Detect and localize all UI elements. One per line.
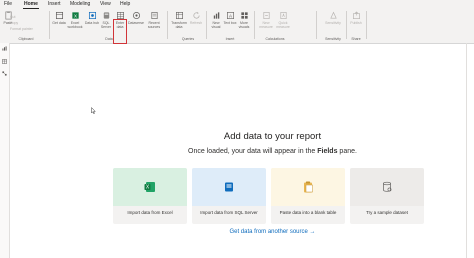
sql-server-icon <box>225 182 233 192</box>
card-banner <box>271 168 345 206</box>
more-visuals-icon <box>240 12 248 19</box>
page-subtitle: Once loaded, your data will appear in th… <box>140 148 405 155</box>
page-title: Add data to your report <box>223 131 322 142</box>
separator <box>346 11 347 39</box>
card-import-excel[interactable]: X Import data from Excel <box>113 168 187 224</box>
separator <box>254 11 255 39</box>
dataverse-label: Dataverse <box>128 21 144 25</box>
group-clipboard: Clipboard <box>18 37 34 41</box>
sensitivity-button[interactable]: Sensitivity <box>325 11 341 25</box>
publish-label: Publish <box>350 21 362 25</box>
new-visual-icon <box>213 12 219 19</box>
paste-icon <box>304 181 313 193</box>
get-data-icon <box>55 11 63 20</box>
card-sample-dataset[interactable]: Try a sample dataset <box>350 168 424 224</box>
separator <box>49 11 50 39</box>
transform-data-button[interactable]: Transform data <box>171 11 187 29</box>
copy-button[interactable]: Copy <box>10 21 18 25</box>
mouse-cursor-icon <box>91 106 96 116</box>
svg-text:A: A <box>228 13 231 18</box>
group-share: Share <box>351 37 361 41</box>
get-data-label: Get data <box>52 21 66 25</box>
data-hub-icon <box>88 11 96 20</box>
refresh-icon <box>192 11 200 19</box>
new-visual-label: New visual <box>211 21 221 29</box>
refresh-button[interactable]: Refresh <box>188 11 204 25</box>
more-visuals-label: More visuals <box>238 21 250 29</box>
cut-button[interactable]: Cut <box>10 15 15 19</box>
quick-measure-icon <box>279 12 287 19</box>
sql-server-label: SQL Server <box>100 21 112 29</box>
menu-view[interactable]: View <box>100 0 111 9</box>
get-data-another-source-link[interactable]: Get data from another source → <box>140 229 405 235</box>
excel-icon: X <box>144 182 155 192</box>
card-banner <box>192 168 266 206</box>
menu-insert[interactable]: Insert <box>48 0 61 9</box>
subtitle-prefix: Once loaded, your data will appear in th… <box>188 148 316 155</box>
menu-help[interactable]: Help <box>120 0 130 9</box>
group-calculations: Calculations <box>265 37 285 41</box>
subtitle-fields: Fields <box>317 148 338 155</box>
sql-server-icon <box>103 12 109 19</box>
excel-workbook-button[interactable]: X Excel workbook <box>67 11 83 29</box>
sensitivity-label: Sensitivity <box>325 21 341 25</box>
publish-icon <box>352 11 360 19</box>
excel-icon: X <box>71 12 79 19</box>
card-import-sql-server[interactable]: Import data from SQL Server <box>192 168 266 224</box>
sql-server-button[interactable]: SQL Server <box>98 11 114 29</box>
recent-sources-button[interactable]: Recent sources <box>146 11 162 29</box>
card-label: Paste data into a blank table <box>279 210 337 215</box>
menu-bar: File Home Insert Modeling View Help <box>0 0 474 9</box>
sensitivity-icon <box>329 11 337 19</box>
recent-sources-label: Recent sources <box>147 21 161 29</box>
card-banner <box>350 168 424 206</box>
view-sidebar <box>0 43 10 258</box>
table-view-icon[interactable] <box>2 59 7 64</box>
card-paste-blank-table[interactable]: Paste data into a blank table <box>271 168 345 224</box>
svg-text:X: X <box>73 13 76 18</box>
format-painter-button[interactable]: Format painter <box>10 27 33 31</box>
card-label: Try a sample dataset <box>366 210 408 215</box>
card-banner: X <box>113 168 187 206</box>
group-queries: Queries <box>181 37 195 41</box>
subtitle-suffix: pane. <box>339 148 357 155</box>
quick-measure-button[interactable]: Quick measure <box>275 11 291 29</box>
report-view-icon[interactable] <box>2 46 7 51</box>
text-box-label: Text box <box>223 21 237 25</box>
excel-workbook-label: Excel workbook <box>67 21 83 29</box>
refresh-label: Refresh <box>189 21 203 25</box>
dataverse-icon <box>132 11 140 20</box>
text-box-icon: A <box>226 12 234 19</box>
get-data-button[interactable]: Get data <box>51 11 67 25</box>
transform-data-icon <box>175 12 183 19</box>
new-measure-button[interactable]: New measure <box>258 11 274 29</box>
card-label: Import data from SQL Server <box>200 210 258 215</box>
publish-button[interactable]: Publish <box>348 11 364 25</box>
menu-file[interactable]: File <box>4 0 12 9</box>
more-visuals-button[interactable]: More visuals <box>236 11 252 29</box>
sample-dataset-icon <box>383 181 392 192</box>
ribbon: Paste Cut Copy Format painter Clipboard … <box>0 9 474 44</box>
separator <box>206 11 207 39</box>
model-view-icon[interactable] <box>2 71 7 76</box>
new-measure-label: New measure <box>259 21 273 29</box>
group-insert: Insert <box>225 37 235 41</box>
data-hub-label: Data hub <box>84 21 100 25</box>
transform-data-label: Transform data <box>171 21 187 29</box>
quick-measure-label: Quick measure <box>276 21 290 29</box>
canvas-edge <box>466 43 467 258</box>
separator <box>366 11 367 39</box>
group-sensitivity: Sensitivity <box>325 37 341 41</box>
separator <box>167 11 168 39</box>
menu-modeling[interactable]: Modeling <box>70 0 90 9</box>
group-data: Data <box>105 37 113 41</box>
recent-sources-icon <box>150 12 158 19</box>
card-label: Import data from Excel <box>127 210 173 215</box>
new-measure-icon <box>262 12 270 19</box>
separator <box>316 11 317 39</box>
dataverse-button[interactable]: Dataverse <box>128 11 144 25</box>
